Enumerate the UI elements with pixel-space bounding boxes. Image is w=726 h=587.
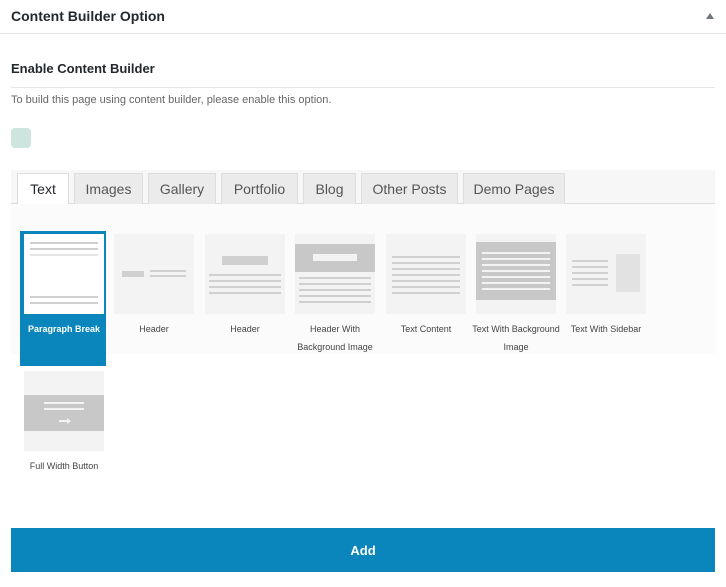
text-sidebar-thumbnail: [566, 234, 646, 314]
module-label: Header With Background Image: [297, 324, 373, 352]
module-label: Header: [230, 324, 260, 334]
tab-text[interactable]: Text: [17, 173, 69, 205]
header-thumbnail: [114, 234, 194, 314]
header-centered-thumbnail: [205, 234, 285, 314]
module-label: Text With Sidebar: [570, 324, 642, 334]
module-label: Text With Background Image: [472, 324, 560, 352]
tab-other-posts[interactable]: Other Posts: [361, 173, 458, 204]
module-label: Paragraph Break: [27, 324, 101, 334]
panel-title: Content Builder Option: [11, 8, 165, 24]
text-bg-image-thumbnail: [476, 234, 556, 314]
section-title: Enable Content Builder: [11, 61, 155, 76]
module-label: Text Content: [400, 324, 452, 334]
paragraph-break-thumbnail: [24, 234, 104, 314]
divider: [11, 87, 715, 88]
add-button[interactable]: Add: [11, 528, 715, 572]
tab-gallery[interactable]: Gallery: [148, 173, 216, 204]
full-width-button-thumbnail: [24, 371, 104, 451]
module-label: Full Width Button: [29, 461, 99, 471]
section-description: To build this page using content builder…: [11, 94, 332, 106]
text-content-thumbnail: [386, 234, 466, 314]
tab-portfolio[interactable]: Portfolio: [221, 173, 298, 204]
enable-toggle[interactable]: [11, 128, 31, 148]
tab-images[interactable]: Images: [74, 173, 143, 204]
tab-blog[interactable]: Blog: [303, 173, 356, 204]
header-bg-image-thumbnail: [295, 234, 375, 314]
tab-demo-pages[interactable]: Demo Pages: [463, 173, 565, 204]
panel-header[interactable]: Content Builder Option: [0, 0, 726, 34]
collapse-arrow-icon[interactable]: [706, 13, 714, 19]
module-label: Header: [139, 324, 169, 334]
